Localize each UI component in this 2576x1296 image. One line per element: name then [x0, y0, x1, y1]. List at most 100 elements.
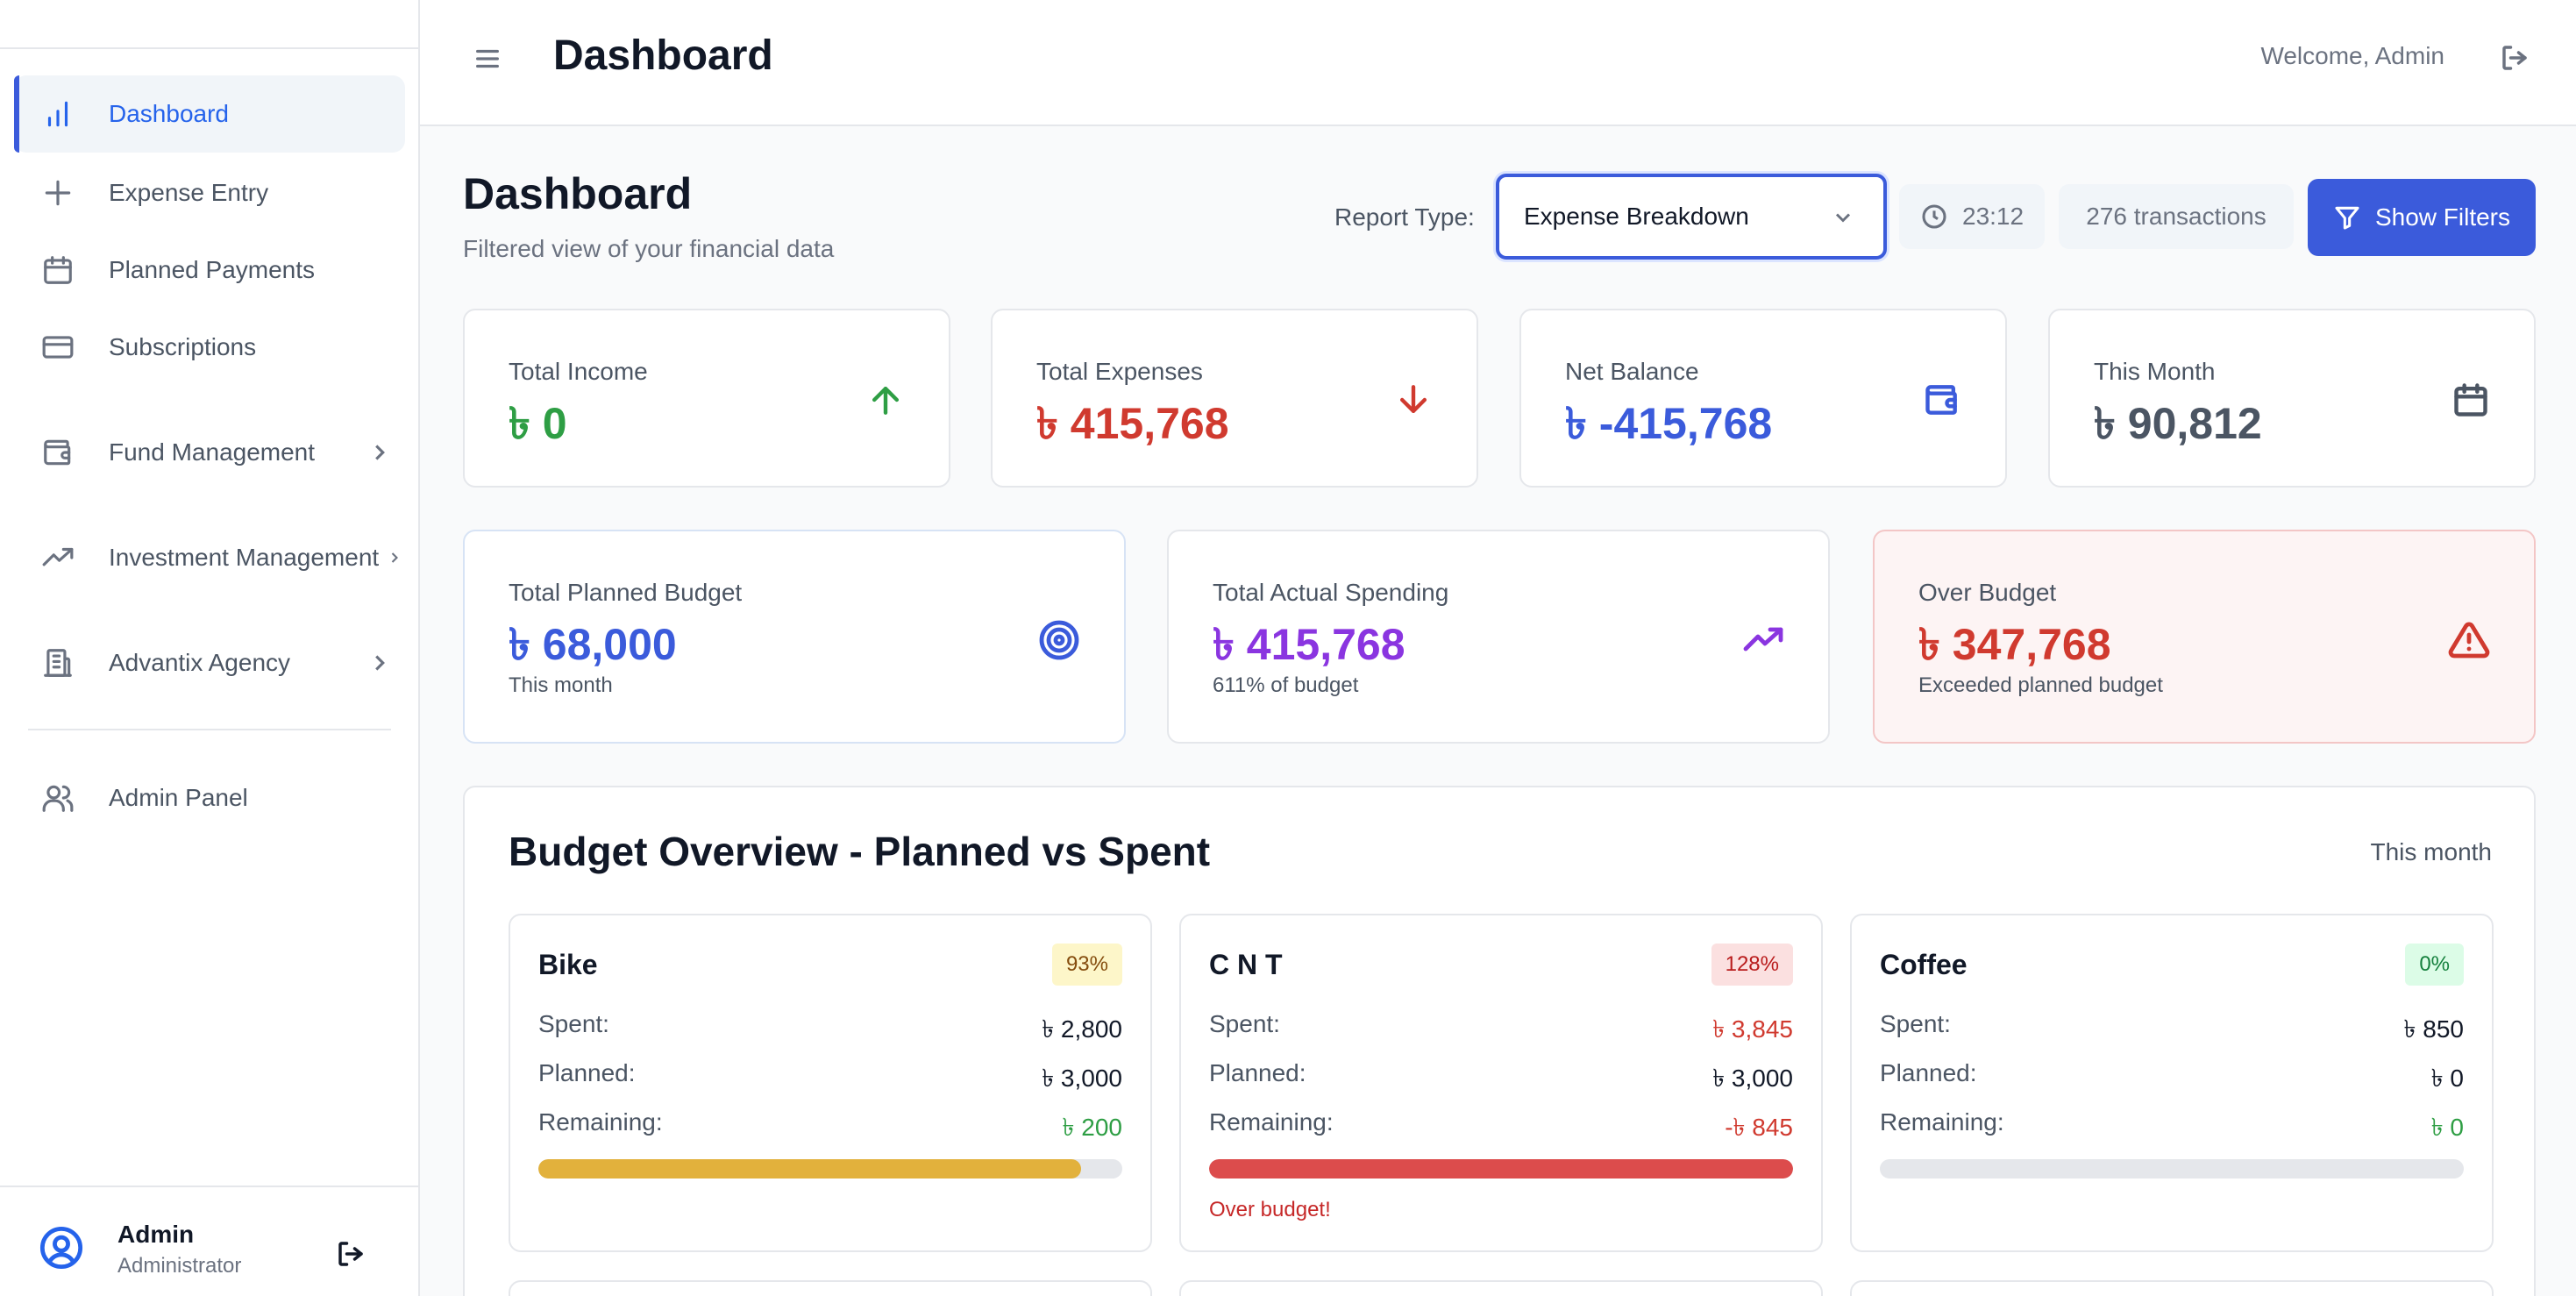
sidebar-item-fund-management[interactable]: Fund Management [14, 414, 405, 491]
budget-category-card: Bike 93% Spent: ৳ 2,800 Planned: ৳ 3,000… [509, 914, 1152, 1252]
sidebar-item-label: Expense Entry [109, 179, 269, 206]
sidebar-divider [28, 729, 391, 730]
remaining-value: ৳ 0 [2430, 1114, 2464, 1141]
menu-icon[interactable] [473, 44, 502, 74]
sidebar-item-expense-entry[interactable]: Expense Entry [14, 154, 405, 231]
stat-label: Total Income [509, 358, 648, 385]
spent-label: Spent: [538, 1010, 609, 1037]
bar-chart-icon [40, 96, 75, 132]
planned-row: Planned: ৳ 0 [1880, 1059, 2464, 1094]
trending-up-icon [40, 540, 75, 575]
sidebar-top-divider [0, 47, 418, 49]
stat-value: ৳ 415,768 [1036, 399, 1229, 448]
sidebar-item-label: Dashboard [109, 100, 229, 127]
budget-card-planned: Total Planned Budget ৳ 68,000 This month [463, 530, 1126, 744]
chevron-right-icon [386, 545, 403, 571]
filter-icon [2333, 203, 2361, 231]
sidebar-bottom-divider [0, 1186, 418, 1187]
planned-value: ৳ 3,000 [1712, 1065, 1793, 1092]
progress-bar [1209, 1159, 1793, 1179]
stat-card-this-month: This Month ৳ 90,812 [2048, 309, 2536, 488]
budget-category-card: Coffee 0% Spent: ৳ 850 Planned: ৳ 0 Rema… [1850, 914, 2494, 1252]
planned-row: Planned: ৳ 3,000 [538, 1059, 1122, 1094]
stat-card-total-income: Total Income ৳ 0 [463, 309, 950, 488]
remaining-row: Remaining: ৳ 0 [1880, 1108, 2464, 1143]
planned-value: ৳ 3,000 [1042, 1065, 1122, 1092]
budget-category-card: C N T 128% Spent: ৳ 3,845 Planned: ৳ 3,0… [1179, 914, 1823, 1252]
sidebar-item-investment-management[interactable]: Investment Management [14, 519, 405, 596]
chevron-right-icon [366, 439, 393, 466]
building-icon [40, 645, 75, 680]
budget-category-card-partial [1850, 1280, 2494, 1296]
budget-card-note: Exceeded planned budget [1918, 673, 2163, 697]
user-role: Administrator [117, 1254, 242, 1278]
remaining-label: Remaining: [1880, 1108, 2004, 1136]
report-type-value: Expense Breakdown [1524, 203, 1749, 230]
sidebar-item-subscriptions[interactable]: Subscriptions [14, 309, 405, 386]
sidebar-item-dashboard[interactable]: Dashboard [14, 75, 405, 153]
user-name: Admin [117, 1221, 195, 1248]
credit-card-icon [40, 330, 75, 365]
chevron-right-icon [366, 650, 393, 676]
remaining-row: Remaining: -৳ 845 [1209, 1108, 1793, 1143]
stat-card-net-balance: Net Balance ৳ -415,768 [1519, 309, 2007, 488]
sidebar-item-label: Admin Panel [109, 784, 248, 811]
budget-category-card-partial [1179, 1280, 1823, 1296]
calendar-icon [40, 253, 75, 288]
budget-category-card-partial [509, 1280, 1152, 1296]
progress-fill [538, 1159, 1082, 1179]
show-filters-button[interactable]: Show Filters [2308, 179, 2536, 256]
category-name: Bike [538, 949, 598, 980]
category-name: C N T [1209, 949, 1283, 980]
stat-value: ৳ 0 [509, 399, 567, 448]
wallet-icon [40, 435, 75, 470]
remaining-label: Remaining: [538, 1108, 663, 1136]
budget-overview-period: This month [2370, 838, 2493, 865]
budget-card-label: Total Planned Budget [509, 579, 743, 606]
planned-label: Planned: [1209, 1059, 1306, 1086]
budget-card-label: Over Budget [1918, 579, 2057, 606]
page-title: Dashboard [463, 169, 693, 218]
plus-icon [40, 175, 75, 210]
budget-card-note: This month [509, 673, 613, 697]
stat-label: This Month [2094, 358, 2216, 385]
report-type-label: Report Type: [1334, 203, 1475, 231]
top-header: Dashboard Welcome, Admin [420, 0, 2576, 126]
logout-icon[interactable] [335, 1238, 366, 1270]
stat-label: Total Expenses [1036, 358, 1203, 385]
logout-icon[interactable] [2499, 42, 2530, 74]
sidebar-item-label: Planned Payments [109, 256, 316, 283]
budget-card-note: 611% of budget [1213, 673, 1359, 697]
page-subtitle: Filtered view of your financial data [463, 235, 835, 262]
planned-value: ৳ 0 [2430, 1065, 2464, 1092]
remaining-value: ৳ 200 [1062, 1114, 1122, 1141]
time-badge: 23:12 [1899, 184, 2045, 249]
planned-label: Planned: [538, 1059, 636, 1086]
sidebar-item-label: Fund Management [109, 438, 316, 466]
spent-row: Spent: ৳ 850 [1880, 1010, 2464, 1045]
budget-card-label: Total Actual Spending [1213, 579, 1449, 606]
progress-fill [1209, 1159, 1793, 1179]
percent-badge: 93% [1051, 944, 1122, 986]
report-type-select[interactable]: Expense Breakdown [1496, 174, 1887, 260]
arrow-down-icon [1394, 381, 1433, 419]
transactions-badge: 276 transactions [2059, 184, 2294, 249]
trending-up-icon [1742, 619, 1784, 661]
progress-bar [538, 1159, 1122, 1179]
budget-overview: Budget Overview - Planned vs Spent This … [463, 786, 2536, 1296]
remaining-value: -৳ 845 [1725, 1114, 1793, 1141]
spent-label: Spent: [1880, 1010, 1951, 1037]
percent-badge: 0% [2405, 944, 2464, 986]
spent-value: ৳ 2,800 [1042, 1015, 1122, 1043]
sidebar-item-planned-payments[interactable]: Planned Payments [14, 231, 405, 309]
sidebar-item-label: Advantix Agency [109, 649, 291, 676]
user-profile[interactable]: Admin Administrator [39, 1221, 241, 1278]
target-icon [1038, 619, 1080, 661]
sidebar-item-advantix-agency[interactable]: Advantix Agency [14, 624, 405, 701]
calendar-icon [2451, 381, 2490, 419]
arrow-up-icon [866, 381, 905, 419]
sidebar-item-admin-panel[interactable]: Admin Panel [14, 759, 405, 837]
spent-label: Spent: [1209, 1010, 1280, 1037]
show-filters-label: Show Filters [2374, 203, 2511, 231]
remaining-row: Remaining: ৳ 200 [538, 1108, 1122, 1143]
